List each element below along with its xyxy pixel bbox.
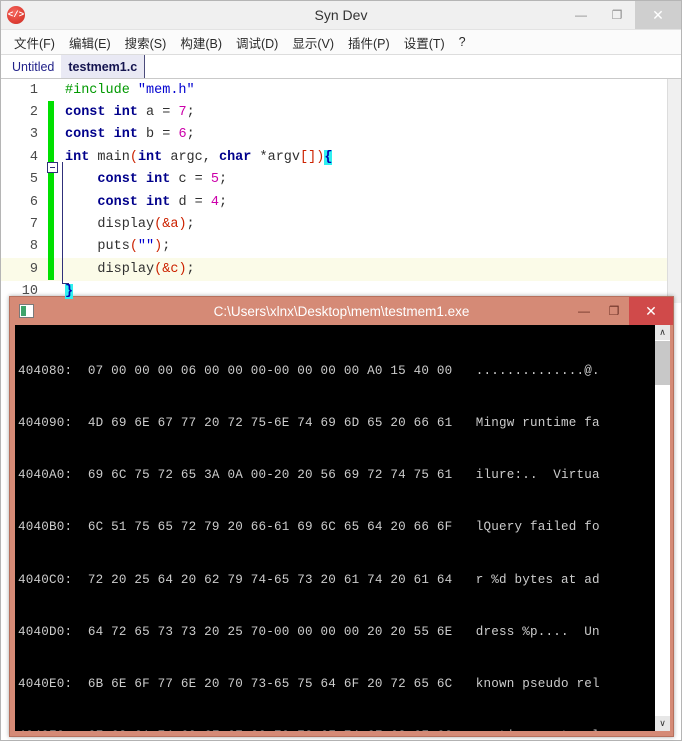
menu-item-file[interactable]: 文件(F): [7, 31, 62, 54]
minimize-button[interactable]: —: [563, 1, 599, 29]
console-window-icon: [19, 304, 34, 318]
line-number: 2: [29, 105, 38, 121]
code-text: int main(int argc, char *argv[]){: [65, 149, 333, 165]
line-number: 3: [29, 127, 38, 143]
line-number: 7: [29, 217, 38, 233]
code-text: #include "mem.h": [65, 82, 195, 98]
line-number: 6: [29, 194, 38, 210]
console-body[interactable]: 404080: 07 00 00 00 06 00 00 00-00 00 00…: [15, 325, 670, 731]
code-line-8: 8 puts("");: [1, 236, 681, 258]
screenshot-root: </> Syn Dev — ❐ ✕ 文件(F) 编辑(E) 搜索(S) 构建(B…: [0, 0, 682, 741]
console-line: 4040A0: 69 6C 75 72 65 3A 0A 00-20 20 56…: [18, 468, 600, 483]
code-text: const int c = 5;: [97, 172, 228, 188]
console-vertical-scrollbar[interactable]: ∧ ∨: [654, 325, 670, 731]
menu-item-search[interactable]: 搜索(S): [118, 31, 174, 54]
line-number: 10: [21, 284, 38, 300]
close-button[interactable]: ✕: [635, 1, 681, 29]
code-text: const int b = 6;: [65, 127, 195, 143]
menu-item-view[interactable]: 显示(V): [285, 31, 341, 54]
console-output: 404080: 07 00 00 00 06 00 00 00-00 00 00…: [15, 325, 654, 731]
tab-untitled[interactable]: Untitled: [5, 55, 61, 78]
console-line: 4040F0: 6F 63 61 74 69 6F 6E 20-70 72 6F…: [18, 728, 654, 731]
code-line-9: 9 display(&c);: [1, 258, 681, 281]
line-number: 5: [29, 172, 38, 188]
menu-item-edit[interactable]: 编辑(E): [62, 31, 118, 54]
line-number: 4: [29, 149, 38, 165]
code-line-3: 3 const int b = 6;: [1, 124, 681, 146]
ide-window-controls: — ❐ ✕: [563, 1, 681, 29]
console-title-bar: C:\Users\xlnx\Desktop\mem\testmem1.exe —…: [10, 297, 673, 325]
console-line: 4040E0: 6B 6E 6F 77 6E 20 70 73-65 75 64…: [18, 677, 600, 692]
menu-item-debug[interactable]: 调试(D): [229, 31, 285, 54]
console-line: 4040B0: 6C 51 75 65 72 79 20 66-61 69 6C…: [18, 520, 600, 535]
modified-lines-changebar: [48, 101, 54, 281]
editor-vertical-scrollbar[interactable]: [667, 79, 681, 303]
line-number: 1: [29, 82, 38, 98]
code-text: display(&c);: [97, 261, 195, 277]
line-number: 8: [29, 239, 38, 255]
code-line-7: 7 display(&a);: [1, 213, 681, 235]
code-editor[interactable]: 1 #include "mem.h" 2 const int a = 7; 3 …: [1, 79, 681, 303]
console-close-button[interactable]: ✕: [629, 297, 673, 325]
menu-item-settings[interactable]: 设置(T): [397, 31, 452, 54]
code-text: puts("");: [97, 239, 171, 255]
console-window: C:\Users\xlnx\Desktop\mem\testmem1.exe —…: [9, 296, 674, 737]
code-line-1: 1 #include "mem.h": [1, 79, 681, 101]
fold-guide-line: [62, 162, 63, 283]
line-number: 9: [29, 261, 38, 277]
ide-title-bar: </> Syn Dev — ❐ ✕: [1, 1, 681, 30]
code-line-5: 5 const int c = 5;: [1, 169, 681, 191]
console-minimize-button[interactable]: —: [569, 297, 599, 325]
console-line: 4040C0: 72 20 25 64 20 62 79 74-65 73 20…: [18, 572, 600, 587]
code-text: const int a = 7;: [65, 105, 195, 121]
code-text: const int d = 4;: [97, 194, 228, 210]
console-line: 4040D0: 64 72 65 73 73 20 25 70-00 00 00…: [18, 624, 600, 639]
menu-bar: 文件(F) 编辑(E) 搜索(S) 构建(B) 调试(D) 显示(V) 插件(P…: [1, 30, 681, 55]
console-maximize-button[interactable]: ❐: [599, 297, 629, 325]
code-text: display(&a);: [97, 217, 195, 233]
fold-collapse-icon[interactable]: [47, 162, 58, 174]
console-line: 404080: 07 00 00 00 06 00 00 00-00 00 00…: [18, 363, 600, 378]
scroll-up-icon[interactable]: ∧: [655, 325, 670, 340]
menu-item-help[interactable]: ?: [452, 33, 473, 51]
menu-item-plugins[interactable]: 插件(P): [341, 31, 397, 54]
editor-tab-bar: Untitled testmem1.c: [1, 55, 681, 79]
tab-testmem1-c[interactable]: testmem1.c: [61, 55, 146, 78]
maximize-button[interactable]: ❐: [599, 1, 635, 29]
console-window-controls: — ❐ ✕: [569, 297, 673, 325]
code-brackets-icon: </>: [7, 6, 25, 24]
code-line-2: 2 const int a = 7;: [1, 101, 681, 123]
code-text: }: [65, 284, 74, 300]
code-line-6: 6 const int d = 4;: [1, 191, 681, 213]
scrollbar-thumb[interactable]: [655, 341, 670, 385]
scroll-down-icon[interactable]: ∨: [655, 716, 670, 731]
code-line-4: 4 int main(int argc, char *argv[]){: [1, 146, 681, 174]
console-line: 404090: 4D 69 6E 67 77 20 72 75-6E 74 69…: [18, 416, 600, 431]
menu-item-build[interactable]: 构建(B): [173, 31, 229, 54]
